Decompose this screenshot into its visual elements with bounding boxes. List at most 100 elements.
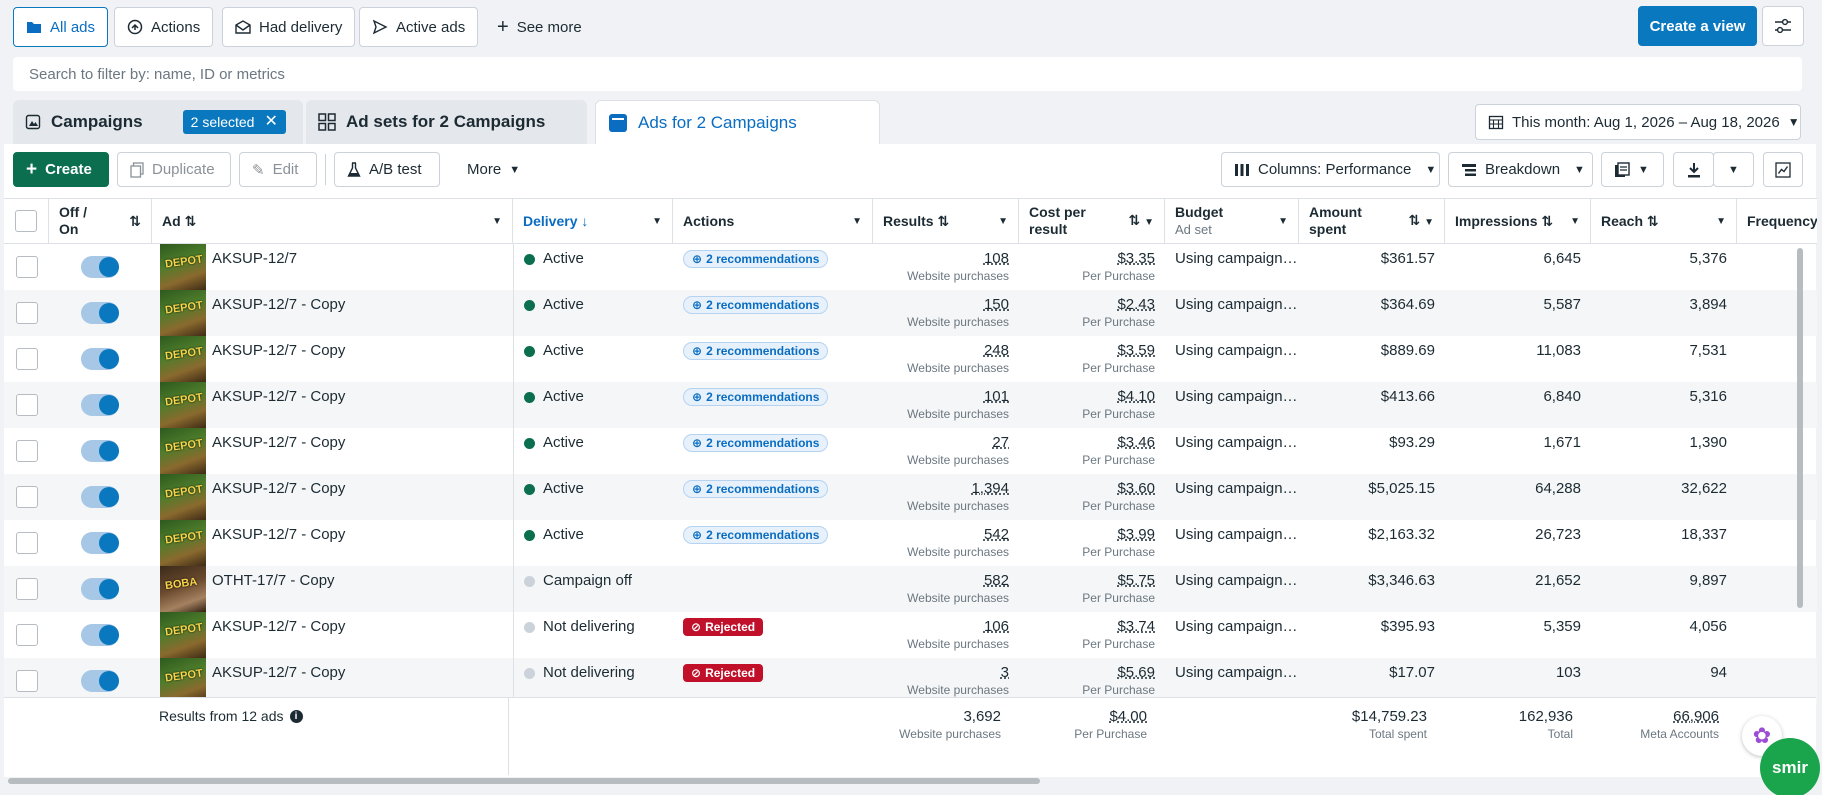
cost-per-result-value[interactable]: $5.69 (1029, 664, 1155, 681)
row-checkbox[interactable] (15, 486, 38, 508)
ad-thumbnail[interactable]: DEPOT (160, 244, 206, 290)
results-value[interactable]: 106 (883, 618, 1009, 635)
row-checkbox[interactable] (15, 578, 38, 600)
column-header-reach[interactable]: Reach ⇅ ▼ (1591, 199, 1737, 243)
ad-thumbnail[interactable]: DEPOT (160, 382, 206, 428)
column-header-ad[interactable]: Ad ⇅ ▼ (152, 199, 513, 243)
caret-down-icon[interactable]: ▼ (1144, 217, 1154, 228)
table-row[interactable]: DEPOT AKSUP-12/7 - Copy Active ⊕ 2 recommen… (4, 382, 1817, 428)
sort-icon[interactable]: ⇅ (185, 213, 197, 229)
ad-toggle[interactable] (81, 256, 119, 278)
create-button[interactable]: + Create (13, 152, 109, 187)
ad-name[interactable]: AKSUP-12/7 - Copy (212, 618, 503, 635)
caret-down-icon[interactable]: ▼ (1424, 217, 1434, 228)
view-tab-all-ads[interactable]: All ads (13, 7, 109, 47)
ad-name[interactable]: AKSUP-12/7 - Copy (212, 296, 503, 313)
view-tab-active-ads[interactable]: Active ads (359, 7, 479, 47)
ad-toggle[interactable] (81, 348, 119, 370)
ad-thumbnail[interactable]: BOBA (160, 566, 206, 612)
view-settings-button[interactable] (1762, 6, 1804, 46)
reports-button[interactable]: ▼ (1601, 152, 1664, 187)
ad-name[interactable]: AKSUP-12/7 (212, 250, 503, 267)
cost-per-result-value[interactable]: $3.46 (1029, 434, 1155, 451)
results-value[interactable]: 108 (883, 250, 1009, 267)
column-header-off-on[interactable]: Off / On ⇅ (49, 199, 152, 243)
row-checkbox[interactable] (15, 440, 38, 462)
row-checkbox[interactable] (15, 670, 38, 692)
view-tab-actions[interactable]: Actions (114, 7, 214, 47)
breakdown-button[interactable]: Breakdown ▼ (1448, 152, 1593, 187)
cost-per-result-value[interactable]: $3.60 (1029, 480, 1155, 497)
caret-down-icon[interactable]: ▼ (1278, 213, 1288, 230)
ad-toggle[interactable] (81, 440, 119, 462)
caret-down-icon[interactable]: ▼ (492, 213, 502, 230)
caret-down-icon[interactable]: ▼ (1570, 213, 1580, 230)
sort-icon[interactable]: ⇅ (1647, 213, 1659, 229)
ad-thumbnail[interactable]: DEPOT (160, 336, 206, 382)
table-row[interactable]: DEPOT AKSUP-12/7 - Copy Not delivering ⊘ Re… (4, 612, 1817, 658)
sort-icon[interactable]: ⇅ (1408, 212, 1420, 228)
results-value[interactable]: 248 (883, 342, 1009, 359)
cost-per-result-value[interactable]: $3.59 (1029, 342, 1155, 359)
sort-down-icon[interactable]: ↓ (581, 213, 588, 229)
table-row[interactable]: DEPOT AKSUP-12/7 - Copy Active ⊕ 2 recommen… (4, 290, 1817, 336)
results-value[interactable]: 582 (883, 572, 1009, 589)
sort-icon[interactable]: ⇅ (129, 213, 141, 230)
table-row[interactable]: DEPOT AKSUP-12/7 - Copy Active ⊕ 2 recommen… (4, 474, 1817, 520)
ad-thumbnail[interactable]: DEPOT (160, 612, 206, 658)
ad-thumbnail[interactable]: DEPOT (160, 290, 206, 336)
edit-button[interactable]: ✎ Edit (239, 152, 317, 187)
more-button[interactable]: More ▼ (454, 152, 533, 187)
results-value[interactable]: 542 (883, 526, 1009, 543)
tab-ads[interactable]: Ads for 2 Campaigns (595, 100, 880, 145)
table-row[interactable]: DEPOT AKSUP-12/7 - Copy Active ⊕ 2 recommen… (4, 520, 1817, 566)
vertical-scrollbar[interactable] (1797, 248, 1803, 608)
column-header-frequency[interactable]: Frequency (1737, 199, 1817, 243)
recommendations-badge[interactable]: ⊕ 2 recommendations (683, 342, 829, 360)
sort-icon[interactable]: ⇅ (937, 213, 949, 229)
cost-per-result-value[interactable]: $3.99 (1029, 526, 1155, 543)
cost-per-result-value[interactable]: $4.10 (1029, 388, 1155, 405)
close-icon[interactable]: ✕ (264, 114, 277, 130)
row-checkbox[interactable] (15, 624, 38, 646)
column-header-budget[interactable]: Budget Ad set ▼ (1165, 199, 1299, 243)
tab-ad-sets[interactable]: Ad sets for 2 Campaigns (306, 100, 587, 144)
recommendations-badge[interactable]: ⊕ 2 recommendations (683, 434, 829, 452)
ad-name[interactable]: AKSUP-12/7 - Copy (212, 434, 503, 451)
search-input[interactable]: Search to filter by: name, ID or metrics (13, 57, 1802, 91)
table-row[interactable]: DEPOT AKSUP-12/7 - Copy Active ⊕ 2 recommen… (4, 428, 1817, 474)
sort-icon[interactable]: ⇅ (1541, 213, 1553, 229)
ad-thumbnail[interactable]: DEPOT (160, 428, 206, 474)
rejected-badge[interactable]: ⊘ Rejected (683, 618, 764, 636)
ad-name[interactable]: AKSUP-12/7 - Copy (212, 664, 503, 681)
ad-thumbnail[interactable]: DEPOT (160, 520, 206, 566)
selected-badge[interactable]: 2 selected ✕ (182, 110, 286, 134)
table-row[interactable]: DEPOT AKSUP-12/7 - Copy Active ⊕ 2 recommen… (4, 336, 1817, 382)
table-row[interactable]: DEPOT AKSUP-12/7 Active ⊕ 2 recommendations… (4, 244, 1817, 290)
charts-button[interactable] (1763, 152, 1803, 187)
create-view-button[interactable]: Create a view (1638, 6, 1757, 46)
row-checkbox[interactable] (15, 348, 38, 370)
date-range-picker[interactable]: This month: Aug 1, 2026 – Aug 18, 2026 ▼ (1475, 104, 1801, 140)
results-value[interactable]: 1,394 (883, 480, 1009, 497)
horizontal-scrollbar[interactable] (8, 778, 1040, 784)
ad-name[interactable]: AKSUP-12/7 - Copy (212, 526, 503, 543)
columns-button[interactable]: Columns: Performance ▼ (1221, 152, 1440, 187)
tab-campaigns[interactable]: Campaigns 2 selected ✕ (13, 100, 303, 144)
ad-toggle[interactable] (81, 624, 119, 646)
cost-per-result-value[interactable]: $2.43 (1029, 296, 1155, 313)
recommendations-badge[interactable]: ⊕ 2 recommendations (683, 250, 829, 268)
ad-name[interactable]: AKSUP-12/7 - Copy (212, 388, 503, 405)
recommendations-badge[interactable]: ⊕ 2 recommendations (683, 526, 829, 544)
export-button[interactable] (1673, 152, 1714, 187)
results-value[interactable]: 101 (883, 388, 1009, 405)
ad-toggle[interactable] (81, 486, 119, 508)
row-checkbox[interactable] (15, 532, 38, 554)
ad-name[interactable]: AKSUP-12/7 - Copy (212, 342, 503, 359)
duplicate-button[interactable]: Duplicate (117, 152, 231, 187)
info-icon[interactable]: i (289, 709, 303, 723)
see-more-button[interactable]: + See more (484, 7, 595, 47)
row-checkbox[interactable] (15, 256, 38, 278)
recommendations-badge[interactable]: ⊕ 2 recommendations (683, 388, 829, 406)
ad-toggle[interactable] (81, 394, 119, 416)
